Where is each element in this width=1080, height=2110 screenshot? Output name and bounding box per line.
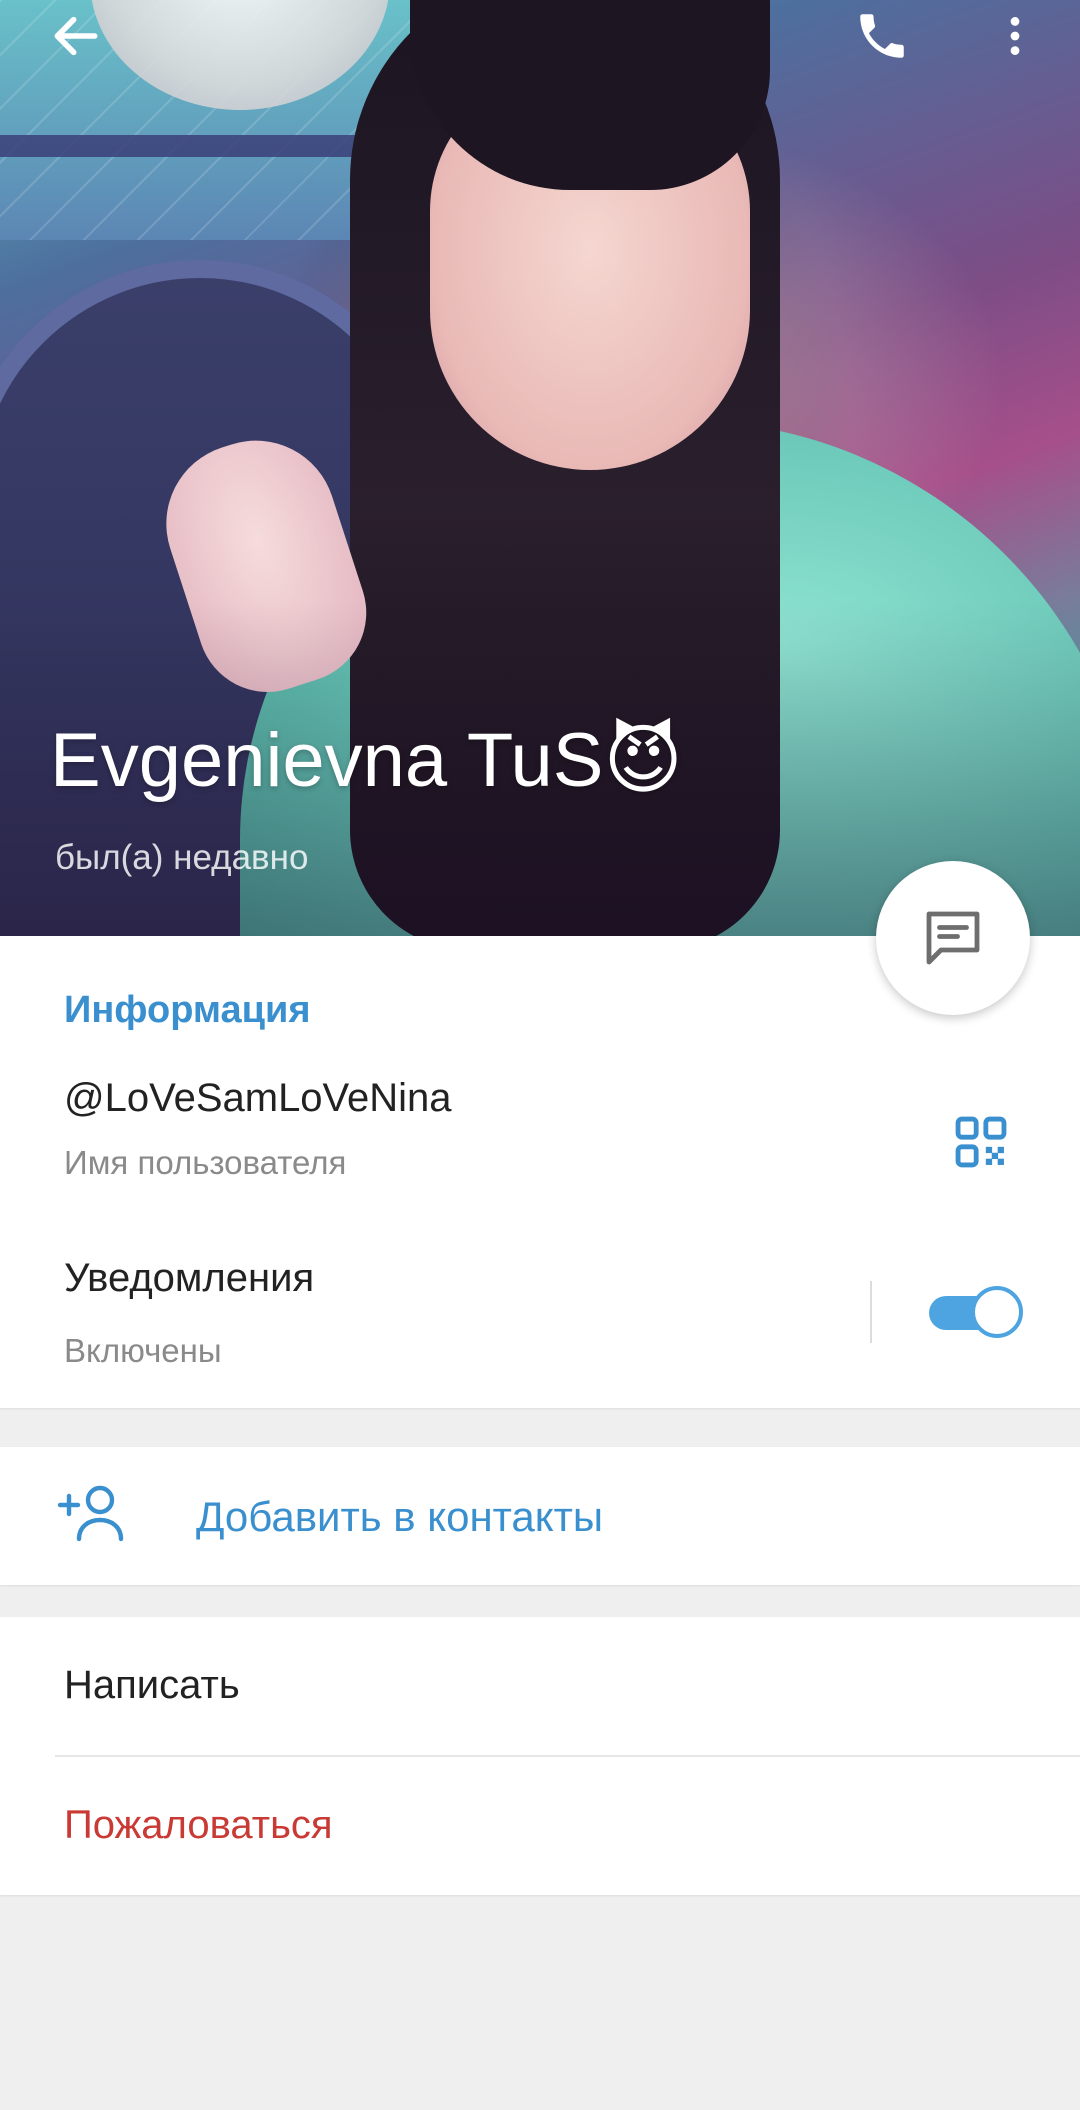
report-label: Пожаловаться (64, 1803, 333, 1847)
qr-code-button[interactable] (945, 1106, 1017, 1178)
write-message-row[interactable]: Написать (0, 1617, 1080, 1757)
profile-page: Evgenievna TuS😈 был(а) недавно Информаци… (0, 0, 1080, 2110)
add-user-icon (57, 1485, 124, 1542)
last-seen-status: был(а) недавно (55, 838, 309, 877)
add-contact-row[interactable]: Добавить в контакты (0, 1447, 1080, 1585)
info-section-title: Информация (64, 989, 311, 1031)
notifications-caption: Включены (64, 1332, 222, 1369)
more-options-button[interactable] (975, 0, 1055, 76)
toggle-knob (971, 1286, 1023, 1338)
actions-card: Написать Пожаловаться (0, 1617, 1080, 1895)
report-row[interactable]: Пожаловаться (0, 1757, 1080, 1895)
phone-icon (860, 14, 904, 58)
message-icon (926, 911, 980, 965)
notifications-toggle[interactable] (925, 1286, 1023, 1338)
username-value[interactable]: @LoVeSamLoVeNina (64, 1076, 452, 1121)
back-button[interactable] (36, 0, 116, 76)
add-contact-label: Добавить в контакты (196, 1493, 604, 1540)
username-caption: Имя пользователя (64, 1144, 347, 1181)
profile-photo-header[interactable]: Evgenievna TuS😈 был(а) недавно (0, 0, 1080, 936)
notifications-divider (870, 1281, 872, 1343)
notifications-title[interactable]: Уведомления (64, 1256, 314, 1301)
write-message-label: Написать (64, 1663, 240, 1707)
send-message-fab[interactable] (876, 861, 1030, 1015)
more-vertical-icon (1010, 17, 1020, 55)
call-button[interactable] (842, 0, 922, 76)
arrow-left-icon (54, 16, 98, 56)
qr-code-icon (955, 1116, 1007, 1168)
profile-name: Evgenievna TuS😈 (50, 718, 683, 803)
